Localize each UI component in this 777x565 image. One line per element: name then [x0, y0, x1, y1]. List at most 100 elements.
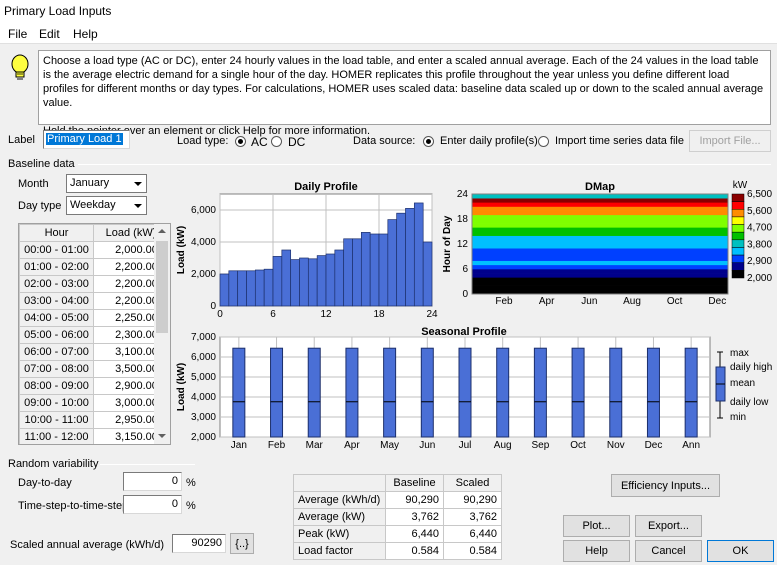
menu-help[interactable]: Help	[73, 27, 98, 41]
seasonal-xtick-label: Sep	[531, 440, 549, 451]
sensitivity-button[interactable]: {..}	[230, 533, 254, 554]
stats-scaled-value: 90,290	[443, 491, 502, 509]
title-bar: Primary Load Inputs	[0, 0, 777, 24]
hour-cell: 06:00 - 07:00	[19, 343, 94, 361]
chevron-down-icon[interactable]	[130, 198, 145, 213]
stats-row: Peak (kW) 6,440 6,440	[293, 525, 502, 543]
daily-xtick-label: 18	[373, 309, 385, 320]
label-input[interactable]: Primary Load 1	[43, 130, 130, 149]
efficiency-inputs-button[interactable]: Efficiency Inputs...	[611, 474, 720, 497]
colorbar-swatch	[731, 254, 745, 263]
dc-radio[interactable]	[271, 136, 282, 147]
load-table-row[interactable]: 00:00 - 01:00 2,000.000	[19, 241, 169, 259]
stats-table: Baseline Scaled Average (kWh/d) 90,290 90,…	[293, 474, 502, 560]
hour-cell: 04:00 - 05:00	[19, 309, 94, 327]
scroll-thumb[interactable]	[156, 241, 168, 333]
seasonal-ytick-label: 6,000	[191, 352, 216, 363]
menu-edit[interactable]: Edit	[39, 27, 60, 41]
load-table-row[interactable]: 06:00 - 07:00 3,100.000	[19, 343, 169, 361]
help-button[interactable]: Help	[563, 540, 630, 562]
label-input-value: Primary Load 1	[46, 133, 123, 145]
daily-ytick-label: 4,000	[191, 237, 216, 248]
hour-cell: 00:00 - 01:00	[19, 241, 94, 259]
load-table-row[interactable]: 05:00 - 06:00 2,300.000	[19, 326, 169, 344]
daily-xtick-label: 12	[320, 309, 332, 320]
baseline-group-label: Baseline data	[8, 158, 75, 170]
import-series-radio[interactable]	[538, 136, 549, 147]
legend-label: max	[730, 348, 749, 359]
seasonal-ytick-label: 5,000	[191, 372, 216, 383]
month-value: January	[70, 177, 110, 189]
menu-file[interactable]: File	[8, 27, 27, 41]
export-button[interactable]: Export...	[635, 515, 702, 537]
stats-baseline-value: 0.584	[385, 542, 444, 560]
label-caption: Label	[8, 134, 35, 146]
dmap-ytick-label: 24	[457, 189, 469, 200]
load-table-row[interactable]: 07:00 - 08:00 3,500.000	[19, 360, 169, 378]
cancel-button[interactable]: Cancel	[635, 540, 702, 562]
load-table-scrollbar[interactable]	[154, 224, 170, 444]
daily-xtick-label: 0	[217, 309, 223, 320]
dmap-ytick-label: 18	[457, 214, 469, 225]
load-table[interactable]: Hour Load (kW) 00:00 - 01:00 2,000.000 01:…	[18, 223, 171, 445]
hour-cell: 03:00 - 04:00	[19, 292, 94, 310]
seasonal-xtick-label: Feb	[268, 440, 286, 451]
load-table-row[interactable]: 08:00 - 09:00 2,900.000	[19, 377, 169, 395]
scroll-up-icon[interactable]	[158, 229, 166, 233]
seasonal-box	[420, 347, 434, 438]
seasonal-box	[684, 347, 698, 438]
daily-bar	[352, 238, 362, 307]
dmap-cell	[472, 264, 728, 270]
seasonal-ytick-label: 7,000	[191, 332, 216, 343]
ac-label: AC	[251, 135, 268, 149]
ac-radio[interactable]	[235, 136, 246, 147]
import-file-button[interactable]: Import File...	[689, 130, 771, 152]
month-label: Month	[18, 178, 49, 190]
load-table-row[interactable]: 03:00 - 04:00 2,200.000	[19, 292, 169, 310]
daily-bar	[405, 208, 415, 307]
dmap-cell	[472, 210, 728, 216]
seasonal-box	[496, 347, 510, 438]
load-table-row[interactable]: 01:00 - 02:00 2,200.000	[19, 258, 169, 276]
load-table-row[interactable]: 11:00 - 12:00 3,150.000	[19, 428, 169, 444]
seasonal-box	[571, 347, 585, 438]
stats-row-label: Average (kWh/d)	[293, 491, 386, 509]
seasonal-xtick-label: Mar	[306, 440, 324, 451]
month-select[interactable]: January	[66, 174, 147, 193]
seasonal-box	[646, 347, 660, 438]
dmap-cell	[472, 231, 728, 236]
load-table-row[interactable]: 10:00 - 11:00 2,950.000	[19, 411, 169, 429]
seasonal-box	[345, 347, 359, 438]
stats-scaled-value: 6,440	[443, 525, 502, 543]
seasonal-ytick-label: 3,000	[191, 412, 216, 423]
window-title: Primary Load Inputs	[4, 4, 112, 18]
daily-profile-radio[interactable]	[423, 136, 434, 147]
baseline-divider	[78, 164, 771, 165]
legend-label: daily low	[730, 397, 769, 408]
load-table-row[interactable]: 04:00 - 05:00 2,250.000	[19, 309, 169, 327]
colorbar-tick-label: 4,700	[747, 223, 772, 234]
scroll-down-icon[interactable]	[158, 434, 166, 438]
daily-bar	[228, 270, 239, 307]
ok-button[interactable]: OK	[707, 540, 774, 562]
plot-button[interactable]: Plot...	[563, 515, 630, 537]
scaled-average-input[interactable]: 90290	[172, 534, 226, 553]
seasonal-xtick-label: May	[380, 440, 399, 451]
daily-bar	[246, 270, 256, 307]
daily-bar	[378, 233, 389, 307]
load-table-row[interactable]: 09:00 - 10:00 3,000.000	[19, 394, 169, 412]
hour-cell: 01:00 - 02:00	[19, 258, 94, 276]
data-source-caption: Data source:	[353, 135, 416, 147]
load-table-row[interactable]: 02:00 - 03:00 2,200.000	[19, 275, 169, 293]
chevron-down-icon[interactable]	[130, 176, 145, 191]
daytype-select[interactable]: Weekday	[66, 196, 147, 215]
daily-profile-chart: Daily Profile02,0004,0006,00006121824Hou…	[176, 181, 438, 320]
colorbar-swatch	[731, 224, 745, 233]
dmap-cell	[472, 198, 728, 203]
timestep-unit: %	[186, 500, 196, 512]
colorbar-tick-label: 2,000	[747, 273, 772, 284]
stats-row: Average (kW) 3,762 3,762	[293, 508, 502, 526]
day-to-day-input[interactable]: 0	[123, 472, 182, 491]
timestep-input[interactable]: 0	[123, 495, 182, 514]
dmap-cell	[472, 219, 728, 224]
